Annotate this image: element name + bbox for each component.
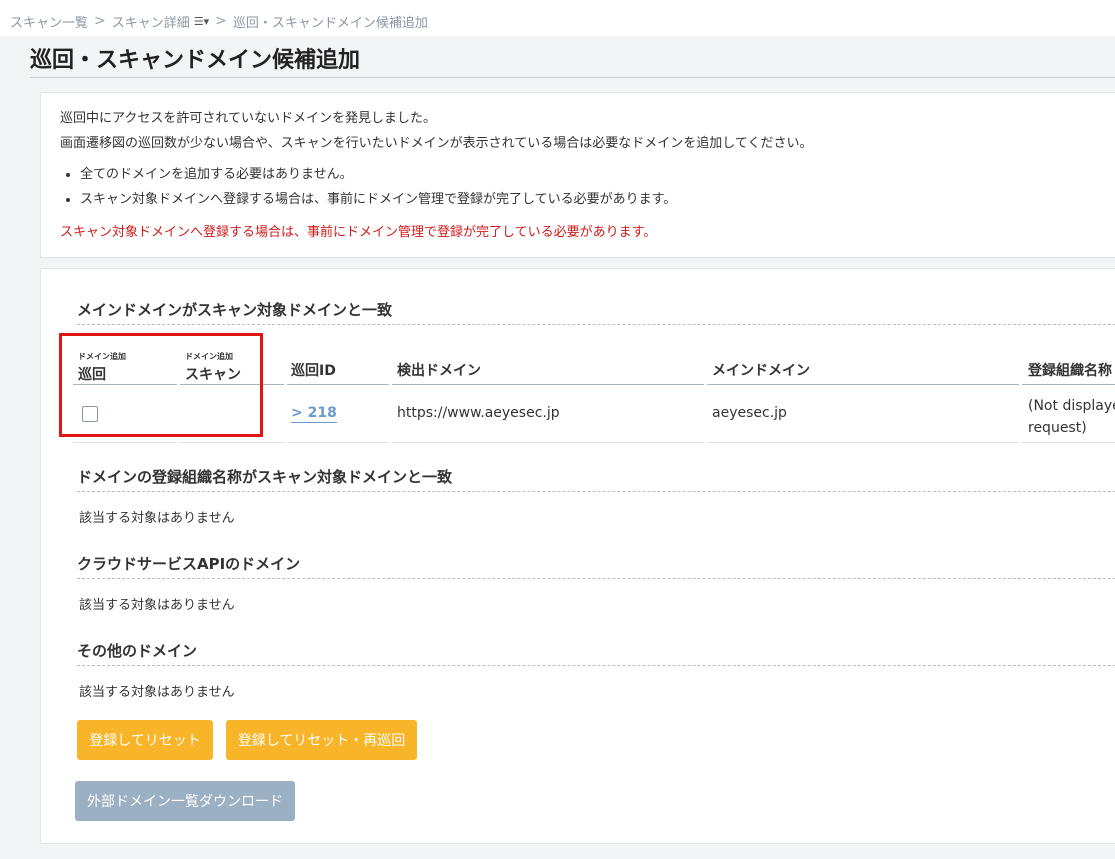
- column-header-detected-domain: 検出ドメイン: [392, 347, 704, 385]
- patrol-id-link[interactable]: > 218: [291, 405, 337, 423]
- notice-bullet: スキャン対象ドメインへ登録する場合は、事前にドメイン管理で登録が完了している必要…: [80, 187, 1115, 212]
- title-divider: [30, 77, 1115, 78]
- download-domain-list-button[interactable]: 外部ドメイン一覧ダウンロード: [75, 781, 295, 821]
- breadcrumb-scan-detail[interactable]: スキャン詳細: [112, 12, 190, 31]
- notice-warning: スキャン対象ドメインへ登録する場合は、事前にドメイン管理で登録が完了している必要…: [60, 225, 657, 240]
- notice-box: 巡回中にアクセスを許可されていないドメインを発見しました。 画面遷移図の巡回数が…: [40, 92, 1115, 258]
- patrol-id-value: 218: [307, 405, 337, 421]
- list-menu-icon[interactable]: ☰▾: [194, 15, 209, 28]
- page-title: 巡回・スキャンドメイン候補追加: [30, 48, 361, 73]
- notice-bullets: 全てのドメインを追加する必要はありません。 スキャン対象ドメインへ登録する場合は…: [60, 162, 1115, 212]
- table-cell-main-domain: aeyesec.jp: [707, 385, 1019, 443]
- table-cell-org-name: (Not displayed request): [1022, 385, 1115, 443]
- chevron-right-icon: >: [215, 13, 227, 29]
- column-header-org-name: 登録組織名称: [1022, 347, 1115, 385]
- column-header-patrol-id: 巡回ID: [287, 347, 389, 385]
- breadcrumb-current: 巡回・スキャンドメイン候補追加: [232, 15, 428, 31]
- org-name-line: request): [1028, 420, 1087, 436]
- breadcrumb: スキャン一覧 > スキャン詳細 ☰▾ > 巡回・スキャンドメイン候補追加: [0, 6, 1115, 36]
- chevron-right-icon: >: [291, 405, 308, 421]
- table-cell-detected-domain: https://www.aeyesec.jp: [392, 385, 704, 443]
- chevron-right-icon: >: [94, 13, 106, 29]
- column-header-main-domain: メインドメイン: [707, 347, 1019, 385]
- register-reset-button[interactable]: 登録してリセット: [77, 720, 213, 760]
- notice-line-1: 巡回中にアクセスを許可されていないドメインを発見しました。: [60, 111, 436, 126]
- empty-message: 該当する対象はありません: [79, 598, 235, 613]
- notice-line-2: 画面遷移図の巡回数が少ない場合や、スキャンを行いたいドメインが表示されている場合…: [60, 136, 813, 151]
- register-reset-repatrol-button[interactable]: 登録してリセット・再巡回: [226, 720, 417, 760]
- notice-bullet: 全てのドメインを追加する必要はありません。: [80, 162, 1115, 187]
- domain-candidates-panel: メインドメインがスキャン対象ドメインと一致 ドメイン追加 巡回 ドメイン追加 ス…: [40, 268, 1115, 844]
- breadcrumb-scan-list[interactable]: スキャン一覧: [10, 12, 88, 31]
- section-title-main-domain: メインドメインがスキャン対象ドメインと一致: [77, 299, 1115, 325]
- section-title-cloud-api: クラウドサービスAPIのドメイン: [77, 553, 1115, 579]
- section-title-other: その他のドメイン: [77, 640, 1115, 666]
- empty-message: 該当する対象はありません: [79, 511, 235, 526]
- empty-message: 該当する対象はありません: [79, 685, 235, 700]
- org-name-line: (Not displayed: [1028, 398, 1115, 414]
- section-title-org-name: ドメインの登録組織名称がスキャン対象ドメインと一致: [77, 466, 1115, 492]
- highlight-box: [59, 333, 263, 437]
